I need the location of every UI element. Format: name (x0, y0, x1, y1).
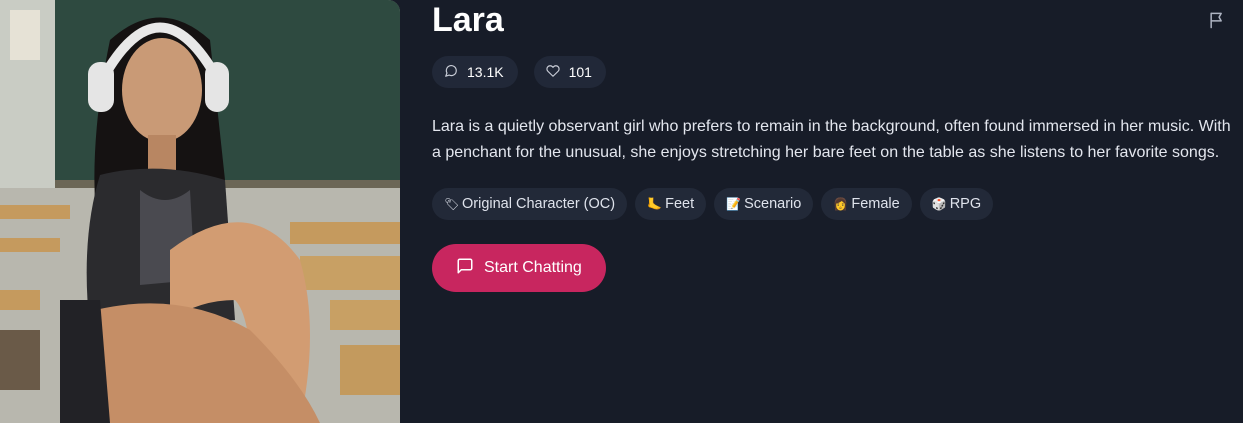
tag-label: Female (851, 196, 900, 212)
tag-rpg[interactable]: 🎲 RPG (919, 188, 994, 220)
tag-label: Scenario (744, 196, 802, 212)
tag-female[interactable]: 👩 Female (821, 188, 912, 220)
start-chatting-label: Start Chatting (484, 259, 582, 276)
tag-original-character[interactable]: 🏷 Original Character (OC) (432, 188, 628, 220)
tag-label: Feet (665, 196, 695, 212)
start-chatting-button[interactable]: Start Chatting (432, 244, 606, 292)
portrait-illustration (0, 0, 400, 423)
tag-scenario[interactable]: 📝 Scenario (714, 188, 814, 220)
woman-icon: 👩 (833, 197, 849, 211)
character-portrait (0, 0, 400, 423)
tag-list: 🏷 Original Character (OC) 🦶 Feet 📝 Scena… (432, 188, 994, 220)
tag-feet[interactable]: 🦶 Feet (635, 188, 707, 220)
memo-icon: 📝 (726, 197, 742, 211)
like-count: 101 (568, 64, 592, 80)
message-square-icon (456, 257, 474, 280)
tag-label: RPG (949, 196, 982, 212)
tag-label: Original Character (OC) (462, 196, 616, 212)
foot-icon: 🦶 (647, 197, 663, 211)
character-details: Lara 13.1K 101 Lara is a quietly observa… (432, 0, 1243, 423)
message-count: 13.1K (467, 64, 504, 80)
heart-icon (545, 64, 560, 81)
character-stats: 13.1K 101 (432, 56, 606, 88)
message-count-badge: 13.1K (432, 56, 518, 88)
label-icon: 🏷 (444, 197, 460, 211)
dice-icon: 🎲 (931, 197, 947, 211)
character-description: Lara is a quietly observant girl who pre… (432, 118, 1231, 161)
chat-bubble-icon (444, 64, 458, 81)
like-count-badge[interactable]: 101 (533, 56, 606, 88)
character-name: Lara (432, 1, 504, 39)
flag-icon[interactable] (1207, 10, 1227, 30)
